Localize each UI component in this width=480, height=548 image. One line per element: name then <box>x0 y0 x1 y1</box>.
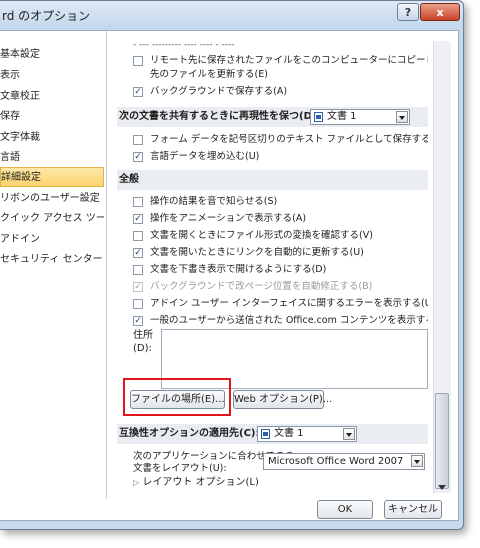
option-sound-feedback-label: 操作の結果を音で知らせる(S) <box>150 196 278 207</box>
layout-options-expander[interactable]: ▷ レイアウト オプション(L) <box>133 475 259 491</box>
option-embed-language-label: 言語データを埋め込む(U) <box>150 151 260 162</box>
option-remote-copy-label-line2: 先のファイルを更新する(E) <box>150 69 268 80</box>
address-label-shortcut: (D): <box>133 343 152 354</box>
share-section-title: 次の文書を共有するときに再現性を保つ(D): <box>119 111 321 122</box>
help-button[interactable]: ? <box>397 3 419 21</box>
option-office-com-content-checkbox[interactable]: ✓ <box>133 316 143 326</box>
general-section-header: 全般 <box>117 170 428 190</box>
share-document-value: 文書 1 <box>327 111 357 122</box>
sidebar-item-save[interactable]: 保存 <box>0 107 104 127</box>
ok-button[interactable]: OK <box>317 500 373 519</box>
clipped-option-text: ‐ ‐‐‐ ‐‐‐‐‐‐‐‐‐ ‐‐‐‐ ‐‐‐‐ ‐ ‐‐‐‐ <box>133 40 235 50</box>
sidebar-item-language[interactable]: 言語 <box>0 148 104 168</box>
sidebar-item-addins[interactable]: アドイン <box>0 230 104 250</box>
option-addin-errors-label: アドイン ユーザー インターフェイスに関するエラーを表示する(U) <box>150 298 428 309</box>
document-icon <box>261 429 270 439</box>
option-addin-errors-checkbox[interactable] <box>133 299 143 309</box>
compat-section-title: 互換性オプションの適用先(C): <box>119 428 260 439</box>
sidebar-item-typography[interactable]: 文字体裁 <box>0 128 104 148</box>
scrollbar-thumb[interactable] <box>435 393 449 489</box>
close-button[interactable]: x <box>420 3 460 21</box>
option-background-save-label: バックグラウンドで保存する(A) <box>150 86 288 97</box>
general-section-title: 全般 <box>119 174 139 185</box>
window-title: rd のオプション <box>2 9 91 23</box>
expand-triangle-icon: ▷ <box>133 478 140 487</box>
web-options-button[interactable]: Web オプション(P)... <box>233 390 332 409</box>
option-animation-feedback-label: 操作をアニメーションで表示する(A) <box>150 213 307 224</box>
sidebar-item-trust-center[interactable]: セキュリティ センター <box>0 250 104 270</box>
option-confirm-conversion-label: 文書を開くときにファイル形式の変換を確認する(V) <box>150 230 373 241</box>
sidebar-item-quick-access-toolbar[interactable]: クイック アクセス ツール バー <box>0 209 104 229</box>
option-save-form-data-label: フォーム データを記号区切りのテキスト ファイルとして保存する(F) <box>150 134 428 145</box>
option-background-repaginate-checkbox: ✓ <box>133 282 143 292</box>
option-draft-view-checkbox[interactable] <box>133 265 143 275</box>
dialog-body: 基本設定 表示 文章校正 保存 文字体裁 言語 詳細設定 リボンのユーザー設定 … <box>0 30 459 521</box>
option-draft-view-label: 文書を下書き表示で開けるようにする(D) <box>150 264 327 275</box>
sidebar-item-advanced[interactable]: 詳細設定 <box>0 167 104 187</box>
option-animation-feedback-checkbox[interactable]: ✓ <box>133 214 143 224</box>
option-confirm-conversion-checkbox[interactable] <box>133 231 143 241</box>
option-remote-copy-checkbox[interactable] <box>133 56 143 66</box>
option-embed-language-checkbox[interactable]: ✓ <box>133 152 143 162</box>
compat-document-value: 文書 1 <box>274 428 304 439</box>
compat-document-select[interactable]: 文書 1 <box>257 426 357 442</box>
sidebar-item-customize-ribbon[interactable]: リボンのユーザー設定 <box>0 189 104 209</box>
share-document-select[interactable]: 文書 1 <box>310 109 410 125</box>
sidebar-item-general[interactable]: 基本設定 <box>0 45 104 65</box>
sidebar-item-proofing[interactable]: 文章校正 <box>0 87 104 107</box>
layout-application-select[interactable]: Microsoft Office Word 2007 <box>263 453 425 470</box>
category-sidebar: 基本設定 表示 文章校正 保存 文字体裁 言語 詳細設定 リボンのユーザー設定 … <box>0 31 107 499</box>
vertical-scrollbar[interactable] <box>433 41 451 493</box>
chevron-down-icon[interactable] <box>343 428 355 440</box>
sidebar-item-display[interactable]: 表示 <box>0 66 104 86</box>
option-background-repaginate-label: バックグラウンドで改ページ位置を自動修正する(B) <box>150 281 373 292</box>
options-dialog: rd のオプション ? x 基本設定 表示 文章校正 保存 文字体裁 言語 詳細… <box>0 0 464 530</box>
option-update-links-checkbox[interactable]: ✓ <box>133 248 143 258</box>
clipped-option-row: ‐ ‐‐‐ ‐‐‐‐‐‐‐‐‐ ‐‐‐‐ ‐‐‐‐ ‐ ‐‐‐‐ <box>133 37 235 53</box>
advanced-settings-panel: ‐ ‐‐‐ ‐‐‐‐‐‐‐‐‐ ‐‐‐‐ ‐‐‐‐ ‐ ‐‐‐‐ リモート先に保… <box>117 31 428 491</box>
option-sound-feedback-checkbox[interactable] <box>133 197 143 207</box>
document-icon <box>314 112 323 122</box>
chevron-down-icon[interactable] <box>411 455 423 467</box>
scroll-down-icon[interactable] <box>438 485 446 490</box>
file-location-button[interactable]: ファイルの場所(E)... <box>130 390 225 409</box>
option-background-save-checkbox[interactable]: ✓ <box>133 87 143 97</box>
layout-options-label: レイアウト オプション(L) <box>142 477 259 488</box>
option-office-com-content-label: 一般のユーザーから送信された Office.com コンテンツを表示する(B) <box>150 315 428 326</box>
option-update-links-label: 文書を開いたときにリンクを自動的に更新する(U) <box>150 247 364 258</box>
title-bar[interactable]: rd のオプション ? x <box>0 1 463 29</box>
layout-application-value: Microsoft Office Word 2007 <box>268 456 404 467</box>
chevron-down-icon[interactable] <box>396 111 408 123</box>
cancel-button[interactable]: キャンセル <box>384 500 442 519</box>
option-save-form-data-checkbox[interactable] <box>133 135 143 145</box>
